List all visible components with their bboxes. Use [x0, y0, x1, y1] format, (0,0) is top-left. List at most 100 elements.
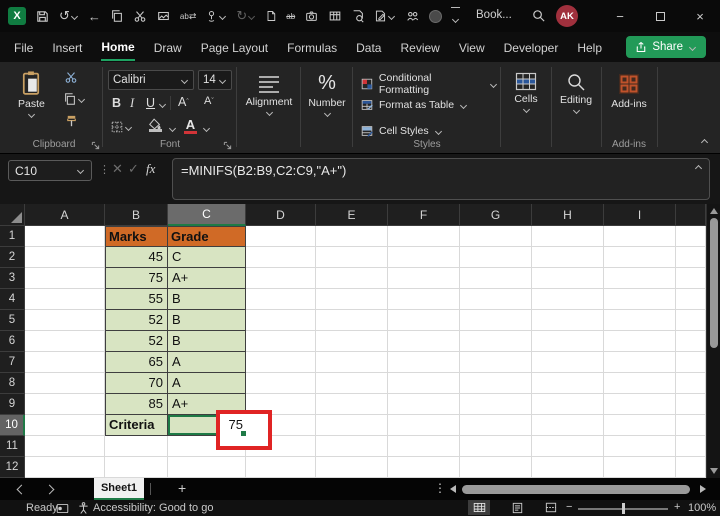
font-color-button[interactable]: A — [184, 117, 197, 134]
cell-D4[interactable] — [246, 289, 316, 310]
row-header-10[interactable]: 10 — [0, 415, 25, 436]
column-header-partial[interactable] — [676, 204, 706, 226]
cell-A3[interactable] — [25, 268, 105, 289]
vertical-scroll-thumb[interactable] — [710, 218, 718, 348]
sheet-tab-sheet1[interactable]: Sheet1 — [94, 478, 144, 500]
chevron-down-icon[interactable] — [452, 15, 460, 24]
cell-I6[interactable] — [604, 331, 676, 352]
tab-home[interactable]: Home — [101, 34, 135, 61]
cell-D8[interactable] — [246, 373, 316, 394]
cell-A5[interactable] — [25, 310, 105, 331]
minimize-button[interactable]: − — [600, 0, 640, 32]
cell-B4[interactable]: 55 — [105, 289, 168, 310]
cell-B2[interactable]: 45 — [105, 247, 168, 268]
row-header-1[interactable]: 1 — [0, 226, 25, 247]
page-layout-view-button[interactable] — [506, 500, 528, 515]
row-header-6[interactable]: 6 — [0, 331, 25, 352]
cell-F7[interactable] — [388, 352, 460, 373]
horizontal-scroll-thumb[interactable] — [462, 485, 690, 494]
insert-function-icon[interactable]: fx — [146, 161, 155, 177]
cell-E6[interactable] — [316, 331, 388, 352]
zoom-level[interactable]: 100% — [688, 502, 716, 514]
touch-mode-icon[interactable] — [205, 9, 227, 23]
clipboard-dialog-launcher[interactable] — [91, 141, 100, 150]
cell-C5[interactable]: B — [168, 310, 246, 331]
cell-G4[interactable] — [460, 289, 532, 310]
excel-logo-icon[interactable]: X — [8, 7, 26, 25]
row-header-4[interactable]: 4 — [0, 289, 25, 310]
cell-x10[interactable] — [676, 415, 706, 436]
cell-x2[interactable] — [676, 247, 706, 268]
cell-D6[interactable] — [246, 331, 316, 352]
tab-draw[interactable]: Draw — [154, 35, 182, 60]
font-size-select[interactable]: 14 — [198, 70, 232, 90]
cell-H5[interactable] — [532, 310, 604, 331]
maximize-button[interactable] — [640, 0, 680, 32]
cells-group-button[interactable]: Cells — [503, 72, 549, 114]
avatar[interactable]: AK — [556, 5, 578, 27]
scroll-down-arrow[interactable] — [710, 468, 718, 474]
chevron-down-icon[interactable] — [70, 12, 78, 20]
cell-E2[interactable] — [316, 247, 388, 268]
cell-B1[interactable]: Marks — [105, 226, 168, 247]
addins-button[interactable]: Add-ins — [606, 72, 652, 110]
cell-x4[interactable] — [676, 289, 706, 310]
cell-B3[interactable]: 75 — [105, 268, 168, 289]
cell-G8[interactable] — [460, 373, 532, 394]
cell-C8[interactable]: A — [168, 373, 246, 394]
cell-E1[interactable] — [316, 226, 388, 247]
cell-E7[interactable] — [316, 352, 388, 373]
paste-button[interactable]: Paste — [18, 70, 45, 119]
tab-file[interactable]: File — [14, 35, 33, 60]
cell-D3[interactable] — [246, 268, 316, 289]
tab-help[interactable]: Help — [577, 35, 602, 60]
zoom-in-button[interactable]: + — [674, 501, 680, 513]
cell-C3[interactable]: A+ — [168, 268, 246, 289]
undo-icon[interactable]: ↺ — [59, 8, 79, 24]
previous-sheet-arrow[interactable] — [16, 484, 27, 495]
cell-B11[interactable] — [105, 436, 168, 457]
cell-I2[interactable] — [604, 247, 676, 268]
cell-x6[interactable] — [676, 331, 706, 352]
cell-G9[interactable] — [460, 394, 532, 415]
cell-x5[interactable] — [676, 310, 706, 331]
zoom-document-icon[interactable] — [351, 9, 365, 23]
cell-B7[interactable]: 65 — [105, 352, 168, 373]
decrease-font-button[interactable]: Aˇ — [204, 95, 214, 107]
cell-E4[interactable] — [316, 289, 388, 310]
cell-F2[interactable] — [388, 247, 460, 268]
cell-F8[interactable] — [388, 373, 460, 394]
row-header-7[interactable]: 7 — [0, 352, 25, 373]
italic-button[interactable]: I — [130, 96, 134, 111]
fill-handle[interactable] — [241, 431, 246, 436]
cell-F5[interactable] — [388, 310, 460, 331]
row-header-3[interactable]: 3 — [0, 268, 25, 289]
format-as-table-button[interactable]: Format as Table — [360, 98, 468, 112]
cell-C4[interactable]: B — [168, 289, 246, 310]
column-header-H[interactable]: H — [532, 204, 604, 226]
bold-button[interactable]: B — [112, 96, 121, 110]
conditional-formatting-button[interactable]: Conditional Formatting — [360, 72, 498, 96]
cell-I9[interactable] — [604, 394, 676, 415]
tab-insert[interactable]: Insert — [52, 35, 82, 60]
underline-button[interactable]: U — [146, 96, 155, 110]
cell-A7[interactable] — [25, 352, 105, 373]
cell-H2[interactable] — [532, 247, 604, 268]
cell-I12[interactable] — [604, 457, 676, 478]
cell-I11[interactable] — [604, 436, 676, 457]
cell-G11[interactable] — [460, 436, 532, 457]
cell-A9[interactable] — [25, 394, 105, 415]
cell-G1[interactable] — [460, 226, 532, 247]
tabbar-more-icon[interactable]: ⋮ — [434, 481, 446, 495]
paste-picture-icon[interactable] — [156, 9, 171, 23]
cell-F3[interactable] — [388, 268, 460, 289]
cell-B9[interactable]: 85 — [105, 394, 168, 415]
cell-C6[interactable]: B — [168, 331, 246, 352]
cell-E10[interactable] — [316, 415, 388, 436]
cell-B5[interactable]: 52 — [105, 310, 168, 331]
cell-C7[interactable]: A — [168, 352, 246, 373]
column-header-B[interactable]: B — [105, 204, 168, 226]
accessibility-status[interactable]: Accessibility: Good to go — [93, 502, 213, 514]
zoom-out-button[interactable]: − — [566, 501, 572, 513]
copy-button[interactable] — [63, 92, 86, 106]
